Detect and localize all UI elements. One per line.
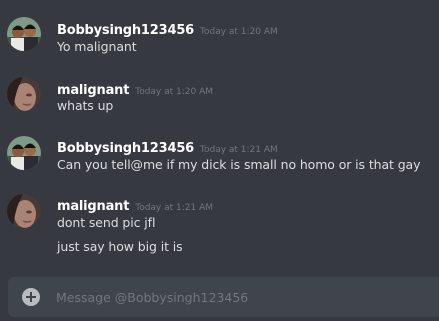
username[interactable]: Bobbysingh123456	[57, 141, 194, 156]
message-text: Yo malignant	[57, 39, 137, 54]
message-text: dont send pic jfl	[57, 215, 156, 230]
message-input[interactable]	[56, 288, 426, 306]
username[interactable]: malignant	[57, 199, 129, 214]
username[interactable]: malignant	[57, 83, 129, 98]
plus-circle-icon[interactable]	[22, 288, 40, 306]
message-composer	[8, 277, 439, 317]
timestamp: Today at 1:21 AM	[200, 145, 278, 155]
username[interactable]: Bobbysingh123456	[57, 23, 194, 38]
timestamp: Today at 1:21 AM	[135, 203, 214, 213]
timestamp: Today at 1:20 AM	[135, 87, 214, 97]
message-list: Bobbysingh123456 Today at 1:20 AM Yo mali…	[0, 0, 439, 270]
message-header: malignant Today at 1:20 AM	[57, 79, 214, 98]
avatar[interactable]	[7, 136, 41, 170]
message-text: whats up	[57, 98, 114, 113]
message-header: Bobbysingh123456 Today at 1:21 AM	[57, 137, 278, 156]
message-text: just say how big it is	[57, 239, 183, 254]
timestamp: Today at 1:20 AM	[200, 27, 278, 37]
message-header: malignant Today at 1:21 AM	[57, 195, 214, 214]
avatar[interactable]	[7, 17, 41, 51]
avatar[interactable]	[7, 194, 41, 228]
message-header: Bobbysingh123456 Today at 1:20 AM	[57, 19, 278, 38]
message-text: Can you tell@me if my dick is small no h…	[57, 157, 421, 172]
avatar[interactable]	[7, 77, 41, 111]
